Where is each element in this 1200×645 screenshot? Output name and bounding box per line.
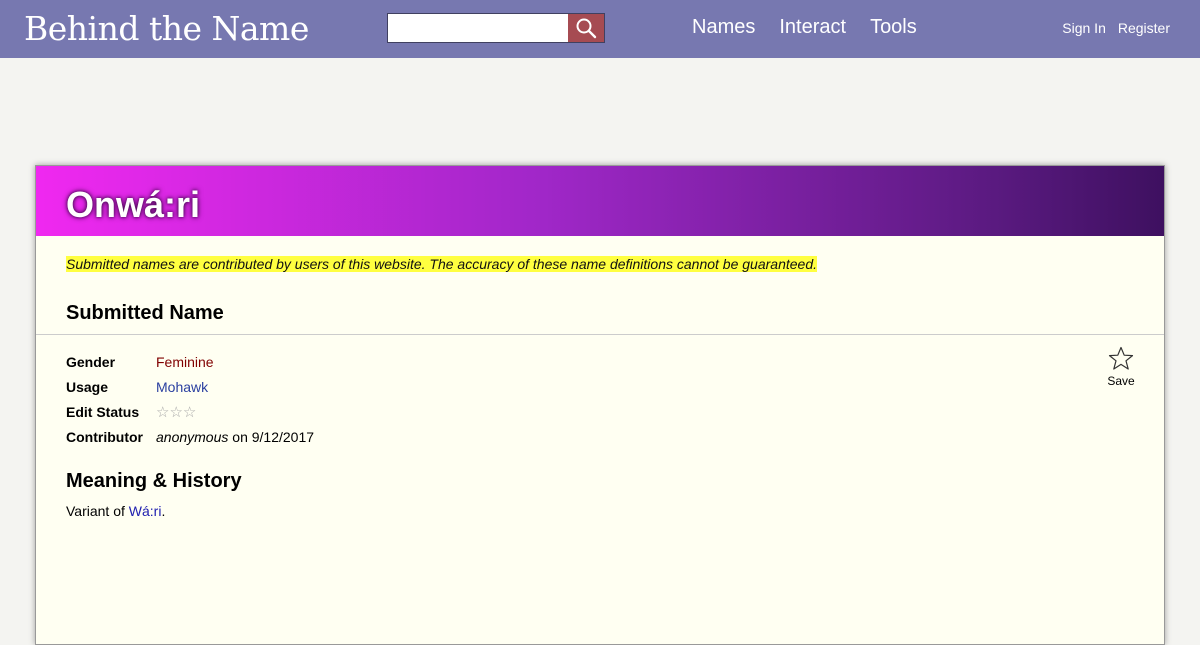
contributor-label: Contributor xyxy=(66,428,143,445)
search-input[interactable] xyxy=(388,14,568,42)
contributor-date: on 9/12/2017 xyxy=(228,428,315,445)
top-bar: Behind the Name Names Interact Tools Sig… xyxy=(0,0,1200,58)
name-card: Onwá:ri Submitted names are contributed … xyxy=(35,165,1165,645)
gender-link[interactable]: Feminine xyxy=(156,354,214,370)
contributor-value: anonymous on 9/12/2017 xyxy=(156,429,314,445)
ad-area xyxy=(0,58,1200,166)
detail-row-contributor: Contributor anonymous on 9/12/2017 xyxy=(66,424,314,449)
search-icon xyxy=(576,18,597,39)
edit-status-stars-icon: ☆☆☆ xyxy=(156,403,197,421)
edit-status-label: Edit Status xyxy=(66,403,140,420)
disclaimer-notice: Submitted names are contributed by users… xyxy=(66,256,817,272)
meaning-text: Variant of Wá:ri. xyxy=(66,503,165,519)
gender-label: Gender xyxy=(66,353,116,370)
nav-interact[interactable]: Interact xyxy=(779,16,846,39)
usage-link[interactable]: Mohawk xyxy=(156,379,208,395)
main-nav: Names Interact Tools xyxy=(692,16,917,39)
detail-row-edit-status: Edit Status ☆☆☆ xyxy=(66,399,314,424)
name-banner: Onwá:ri xyxy=(36,166,1164,236)
page-title: Onwá:ri xyxy=(66,184,201,225)
site-logo[interactable]: Behind the Name xyxy=(24,8,309,50)
save-button[interactable]: Save xyxy=(1106,346,1136,388)
detail-row-usage: Usage Mohawk xyxy=(66,374,314,399)
star-icon xyxy=(1108,346,1134,370)
save-label: Save xyxy=(1107,374,1135,388)
nav-names[interactable]: Names xyxy=(692,16,755,39)
variant-link[interactable]: Wá:ri xyxy=(129,503,162,519)
meaning-suffix: . xyxy=(161,503,166,519)
detail-row-gender: Gender Feminine xyxy=(66,349,314,374)
usage-label: Usage xyxy=(66,378,109,395)
name-details: Gender Feminine Usage Mohawk Edit Status… xyxy=(66,349,314,449)
search-button[interactable] xyxy=(568,14,604,42)
section-title-submitted-name: Submitted Name xyxy=(66,302,224,324)
nav-tools[interactable]: Tools xyxy=(870,16,917,39)
search-box xyxy=(387,13,605,43)
meaning-prefix: Variant of xyxy=(66,503,129,519)
account-links: Sign In Register xyxy=(1062,20,1170,36)
section-title-meaning: Meaning & History xyxy=(66,470,242,492)
contributor-name: anonymous xyxy=(156,428,229,445)
section-divider xyxy=(36,334,1164,335)
register-link[interactable]: Register xyxy=(1118,20,1170,36)
sign-in-link[interactable]: Sign In xyxy=(1062,20,1106,36)
